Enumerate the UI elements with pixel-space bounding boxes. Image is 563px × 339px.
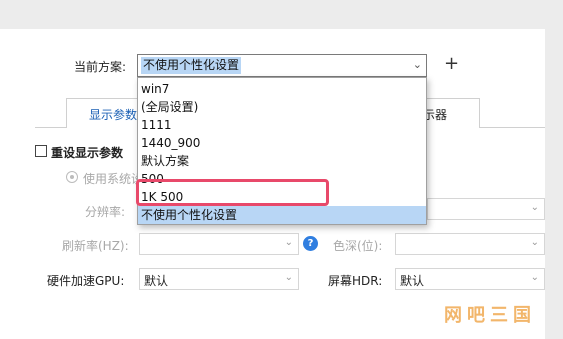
watermark-logo: 网吧三国 [444, 305, 536, 326]
color-depth-select[interactable]: ⌄ [395, 233, 545, 255]
chevron-down-icon: ⌄ [412, 58, 422, 71]
hdr-label: 屏幕HDR: [328, 274, 383, 288]
gpu-accel-select[interactable]: 默认 ⌄ [139, 268, 299, 290]
dropdown-option-1111[interactable]: 1111 [138, 116, 426, 134]
color-depth-label: 色深(位): [333, 239, 383, 253]
chevron-down-icon: ⌄ [530, 272, 539, 283]
resolution-label: 分辨率: [85, 205, 126, 219]
resolution-select-right[interactable]: ⌄ [427, 198, 545, 220]
use-system-radio[interactable] [66, 171, 78, 183]
dropdown-option-default[interactable]: 默认方案 [138, 152, 426, 170]
add-scheme-button[interactable]: + [444, 55, 459, 73]
tab-label: 显示参数 [89, 108, 138, 122]
highlight-annotation [136, 179, 329, 206]
reset-display-label: 重设显示参数 [51, 146, 124, 160]
refresh-rate-select[interactable]: ⌄ [139, 233, 299, 255]
gpu-accel-value: 默认 [144, 274, 169, 288]
dropdown-option-no-custom[interactable]: 不使用个性化设置 [138, 206, 426, 224]
dropdown-option-global[interactable]: (全局设置) [138, 98, 426, 116]
reset-display-checkbox[interactable] [35, 145, 47, 157]
chevron-down-icon: ⌄ [530, 237, 539, 248]
scheme-label: 当前方案: [74, 60, 127, 74]
refresh-rate-label: 刷新率(HZ): [62, 239, 129, 253]
dropdown-option-1440-900[interactable]: 1440_900 [138, 134, 426, 152]
chevron-down-icon: ⌄ [530, 202, 539, 213]
hdr-value: 默认 [400, 274, 425, 288]
gpu-accel-label: 硬件加速GPU: [47, 274, 125, 288]
hdr-select[interactable]: 默认 ⌄ [395, 268, 545, 290]
scheme-select[interactable]: 不使用个性化设置 ⌄ [137, 54, 427, 77]
chevron-down-icon: ⌄ [284, 237, 293, 248]
chevron-down-icon: ⌄ [284, 272, 293, 283]
scheme-selected-value: 不使用个性化设置 [141, 57, 242, 74]
help-icon[interactable]: ? [303, 236, 318, 251]
dropdown-option-win7[interactable]: win7 [138, 80, 426, 98]
